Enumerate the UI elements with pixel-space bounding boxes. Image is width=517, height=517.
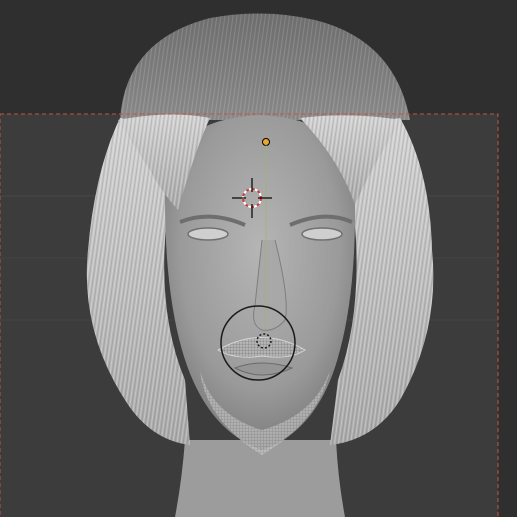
viewport-canvas[interactable]	[0, 0, 517, 517]
eye-right	[301, 227, 343, 241]
eye-left	[187, 227, 229, 241]
passepartout-right	[498, 114, 517, 517]
3d-viewport[interactable]	[0, 0, 517, 517]
